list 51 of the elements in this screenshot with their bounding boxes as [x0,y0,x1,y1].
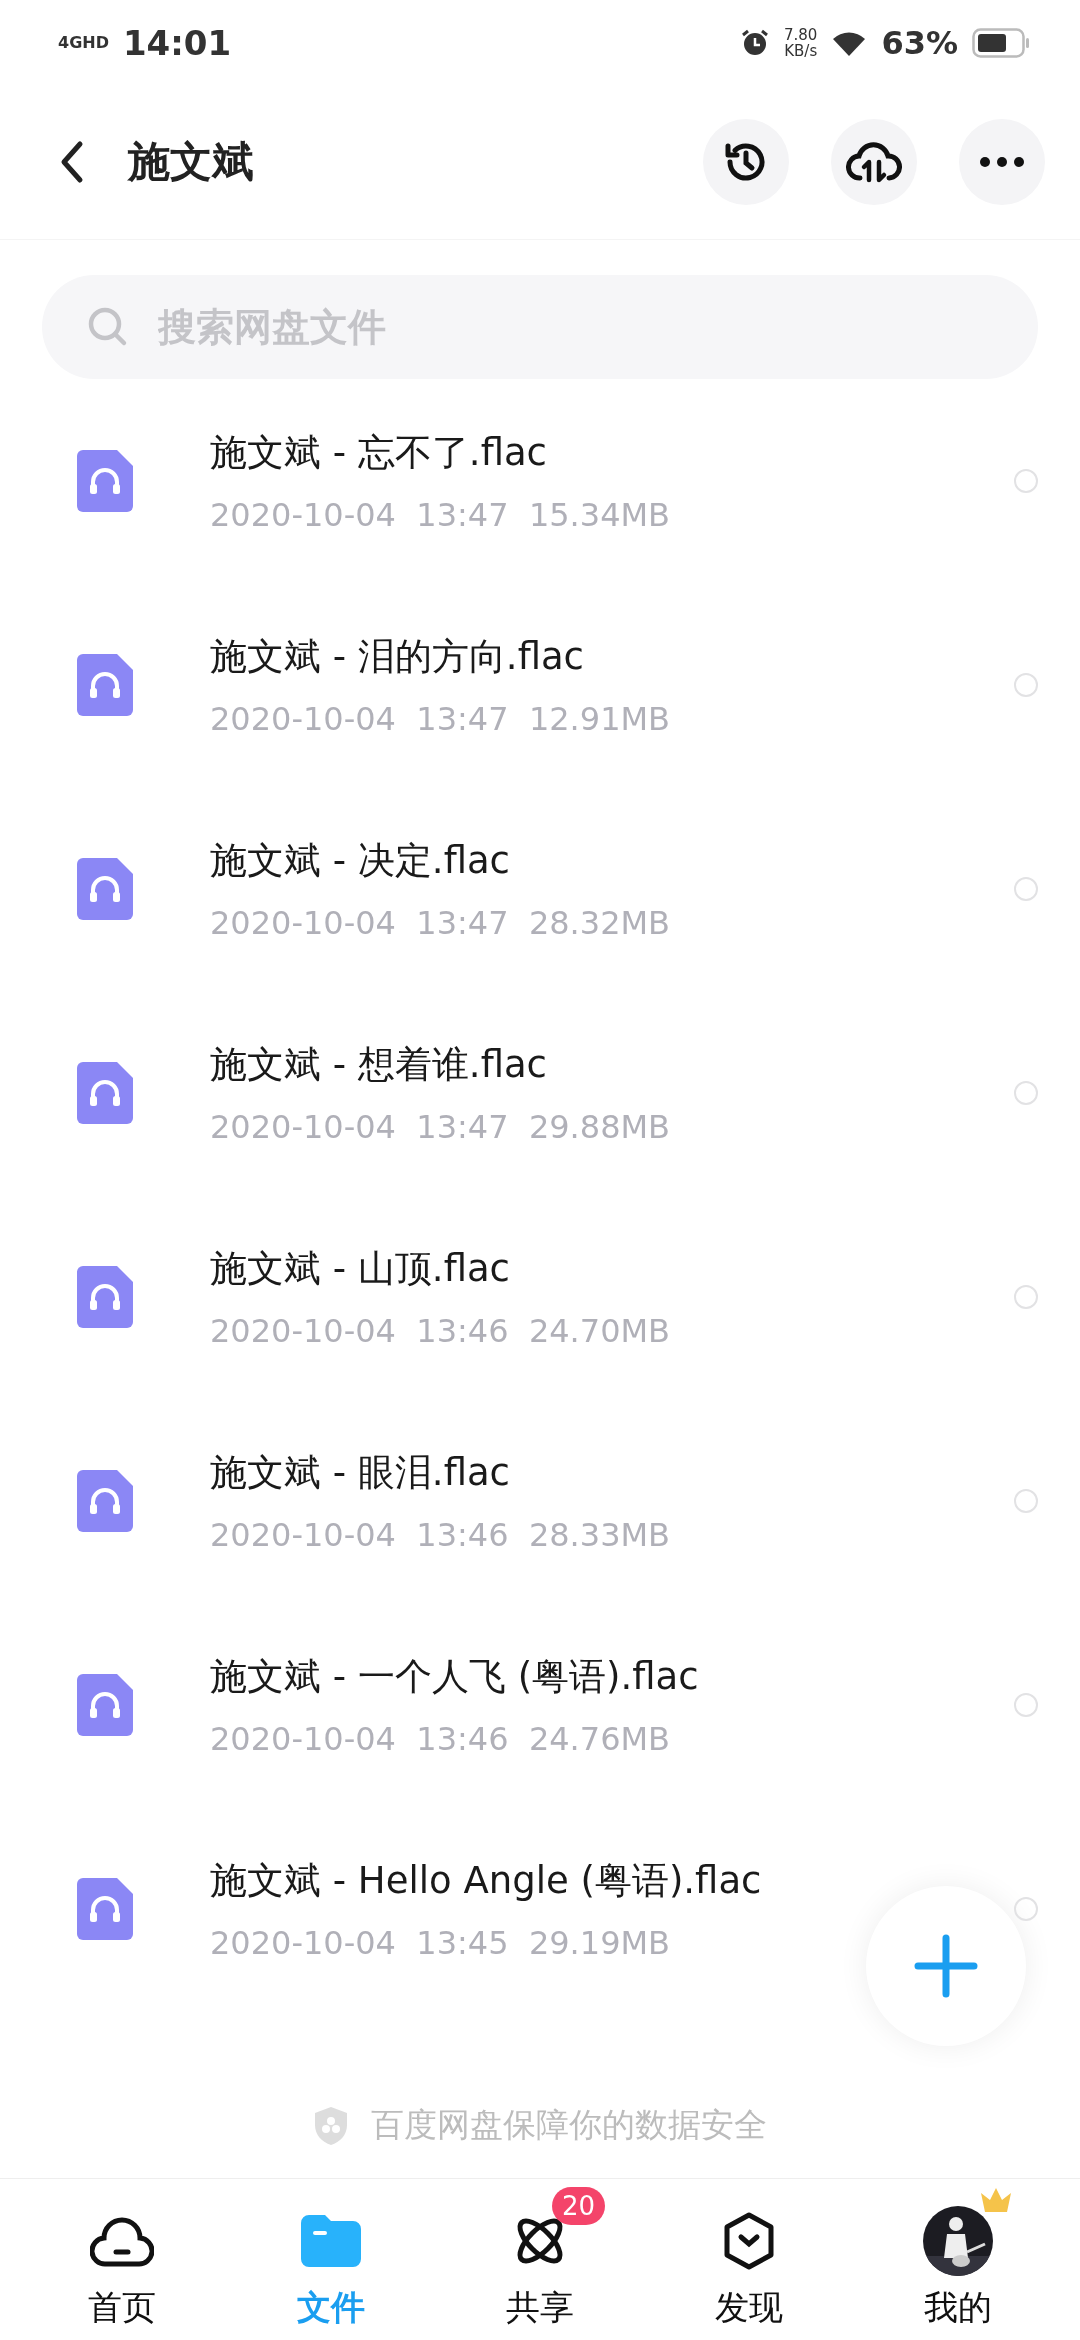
network-speed: 7.80 [784,26,818,43]
alarm-icon [740,27,770,58]
nav-tab[interactable]: 发现 [678,2183,819,2331]
nav-tab[interactable]: 20 共享 [470,2183,610,2331]
select-checkbox[interactable] [1014,469,1038,493]
audio-file-icon [77,1674,133,1736]
select-checkbox[interactable] [1014,673,1038,697]
file-name: 施文斌 - 山顶.flac [210,1246,511,1292]
battery-icon [972,27,1030,58]
file-name: 施文斌 - 想着谁.flac [210,1042,548,1088]
audio-file-icon [77,1470,133,1532]
nav-tab[interactable]: 首页 [52,2183,193,2331]
file-name: 施文斌 - 决定.flac [210,838,511,884]
battery-percent: 63% [881,23,958,62]
file-details: 2020-10-04 13:47 15.34MB [210,496,672,534]
file-details: 2020-10-04 13:46 24.76MB [210,1720,672,1758]
select-checkbox[interactable] [1014,1897,1038,1921]
clock-time: 14:01 [122,22,232,63]
file-name: 施文斌 - 忘不了.flac [210,430,548,476]
file-name: 施文斌 - 一个人飞 (粤语).flac [210,1654,700,1700]
nav-tab[interactable]: 我的 [887,2183,1028,2331]
select-checkbox[interactable] [1014,877,1038,901]
plus-icon [913,1933,979,1999]
security-notice: 百度网盘保障你的数据安全 [371,2104,767,2146]
speed-unit: KB/s [784,42,818,59]
select-checkbox[interactable] [1014,1693,1038,1717]
file-name: 施文斌 - 眼泪.flac [210,1450,511,1496]
audio-file-icon [77,858,133,920]
notification-badge: 20 [552,2187,606,2225]
audio-file-icon [77,1062,133,1124]
audio-file-icon [77,1878,133,1940]
folder-icon [301,2215,362,2267]
file-details: 2020-10-04 13:46 28.33MB [210,1516,672,1554]
file-details: 2020-10-04 13:47 28.32MB [210,904,672,942]
shield-icon [313,2105,349,2146]
file-name: 施文斌 - Hello Angle (粤语).flac [210,1858,763,1904]
audio-file-icon [77,1266,133,1328]
file-details: 2020-10-04 13:47 29.88MB [210,1108,672,1146]
file-details: 2020-10-04 13:46 24.70MB [210,1312,672,1350]
crown-icon [978,2187,1013,2213]
more-icon [979,156,1025,168]
select-checkbox[interactable] [1014,1081,1038,1105]
select-checkbox[interactable] [1014,1285,1038,1309]
file-details: 2020-10-04 13:47 12.91MB [210,700,672,738]
audio-file-icon [77,450,133,512]
file-details: 2020-10-04 13:45 29.19MB [210,1924,672,1962]
page-title: 施文斌 [128,136,254,188]
audio-file-icon [77,654,133,716]
select-checkbox[interactable] [1014,1489,1038,1513]
network-indicator: 4GHD [58,33,109,52]
file-name: 施文斌 - 泪的方向.flac [210,634,585,680]
